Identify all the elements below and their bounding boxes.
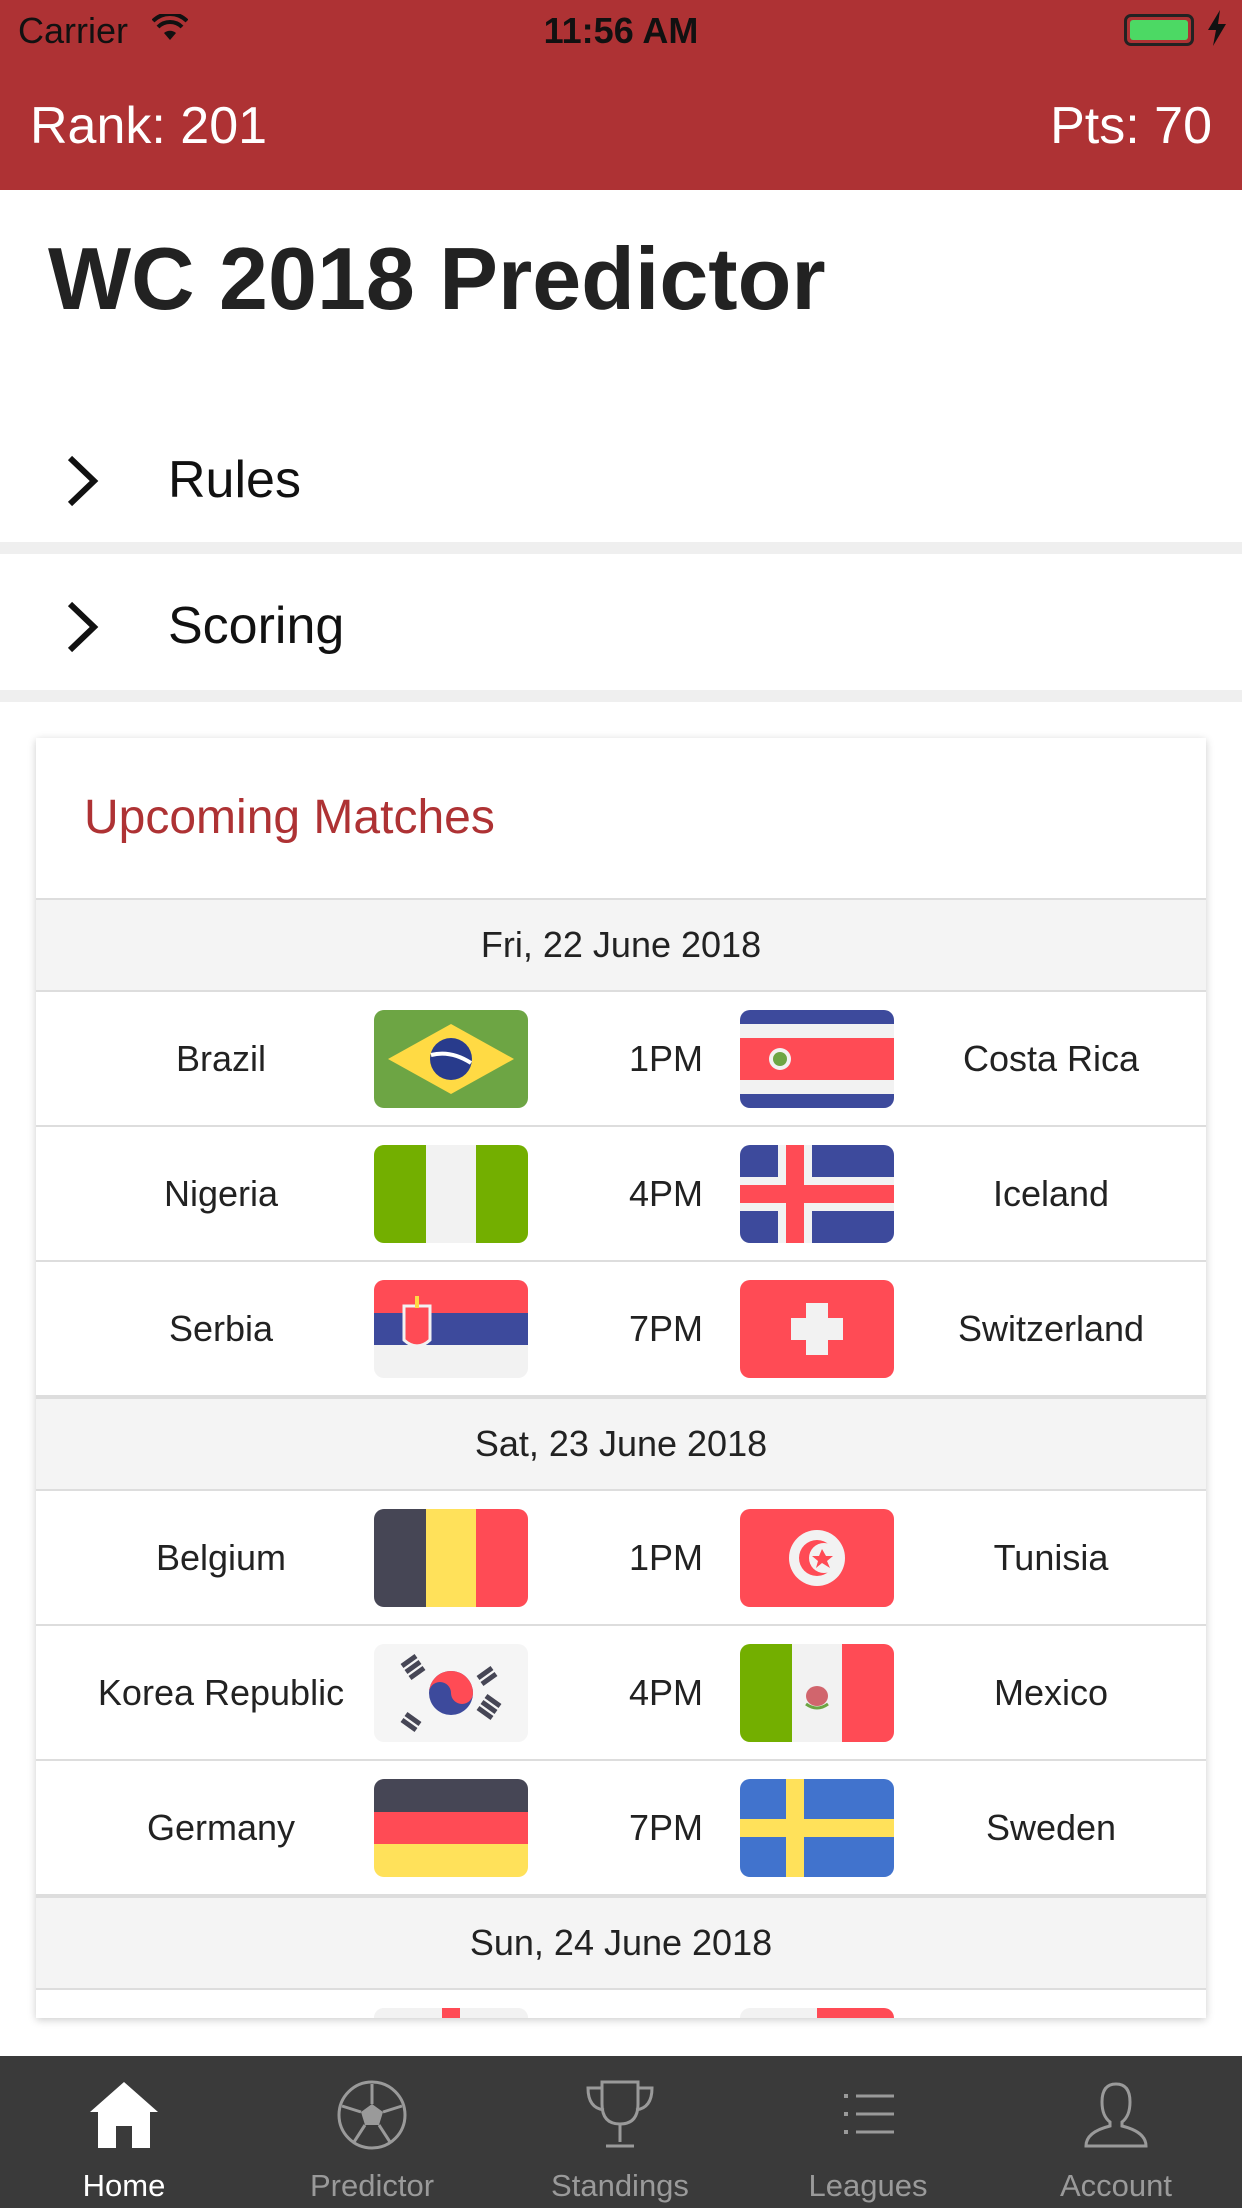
match-row[interactable]: Germany 7PM Sweden: [36, 1761, 1206, 1896]
sweden-flag-icon: [740, 1779, 894, 1877]
costa-rica-flag-icon: [740, 1010, 894, 1108]
match-row[interactable]: Nigeria 4PM Iceland: [36, 1127, 1206, 1262]
points-label: Pts: 70: [1050, 97, 1212, 155]
away-team: Sweden: [985, 1807, 1117, 1848]
scoring-label: Scoring: [168, 597, 345, 655]
match-time: 4PM: [628, 1672, 704, 1713]
tab-label: Account: [1059, 2168, 1172, 2203]
match-time: 1PM: [628, 1537, 704, 1578]
tab-label: Predictor: [309, 2168, 435, 2203]
soccer-ball-icon: [337, 2080, 407, 2150]
match-row[interactable]: Serbia 7PM Switzerland: [36, 1262, 1206, 1397]
away-team: Switzerland: [957, 1308, 1145, 1349]
app-screen: Carrier 11:56 AM Rank: 201 Pts: 70 WC 20…: [0, 0, 1242, 2208]
mexico-flag-icon: [740, 1644, 894, 1742]
date-header: Sat, 23 June 2018: [36, 1397, 1206, 1491]
away-team: Iceland: [992, 1173, 1110, 1214]
korea-flag-icon: [374, 1644, 528, 1742]
match-time: 4PM: [628, 1173, 704, 1214]
date-header: Sun, 24 June 2018: [36, 1896, 1206, 1990]
home-team: Serbia: [168, 1308, 274, 1349]
away-team: Mexico: [993, 1672, 1109, 1713]
user-icon: [1084, 2082, 1148, 2148]
rules-label: Rules: [168, 451, 301, 509]
scoring-accordion[interactable]: Scoring: [0, 558, 1242, 688]
trophy-icon: [586, 2080, 654, 2148]
serbia-flag-icon: [374, 1280, 528, 1378]
match-row[interactable]: Korea Republic 4PM Mexico: [36, 1626, 1206, 1761]
england-flag-icon: [374, 2008, 528, 2018]
tab-predictor[interactable]: Predictor: [248, 2056, 496, 2208]
match-time: 7PM: [628, 1807, 704, 1848]
rank-label: Rank: 201: [30, 97, 268, 155]
charging-icon: [1208, 10, 1226, 46]
home-team: Nigeria: [163, 1173, 279, 1214]
status-bar: Carrier 11:56 AM: [0, 0, 1242, 60]
germany-flag-icon: [374, 1779, 528, 1877]
home-icon: [90, 2082, 158, 2148]
brazil-flag-icon: [374, 1010, 528, 1108]
tab-bar: Home Predictor Standings Leagues Account: [0, 2056, 1242, 2208]
date-header: Fri, 22 June 2018: [36, 898, 1206, 992]
match-row[interactable]: Brazil 1PM Costa Rica: [36, 992, 1206, 1127]
tab-label: Leagues: [808, 2168, 928, 2203]
chevron-right-icon: [67, 601, 99, 653]
switzerland-flag-icon: [740, 1280, 894, 1378]
tunisia-flag-icon: [740, 1509, 894, 1607]
home-team: Germany: [146, 1807, 296, 1848]
page-title: WC 2018 Predictor: [48, 229, 826, 328]
belgium-flag-icon: [374, 1509, 528, 1607]
card-title: Upcoming Matches: [84, 791, 495, 844]
tab-label: Standings: [551, 2168, 689, 2203]
battery-icon: [1124, 14, 1194, 46]
list-icon: [844, 2094, 894, 2134]
divider: [0, 690, 1242, 702]
rules-accordion[interactable]: Rules: [0, 412, 1242, 542]
home-team: Korea Republic: [97, 1672, 345, 1713]
top-bar: Carrier 11:56 AM Rank: 201 Pts: 70: [0, 0, 1242, 190]
tab-home[interactable]: Home: [0, 2056, 248, 2208]
tab-leagues[interactable]: Leagues: [744, 2056, 992, 2208]
home-team: Belgium: [155, 1537, 287, 1578]
match-time: 1PM: [628, 1038, 704, 1079]
upcoming-matches-card: Upcoming Matches Fri, 22 June 2018 Brazi…: [36, 738, 1206, 2018]
tab-standings[interactable]: Standings: [496, 2056, 744, 2208]
home-team: Brazil: [175, 1038, 267, 1079]
poland-flag-icon: [740, 2008, 894, 2018]
away-team: Costa Rica: [962, 1038, 1140, 1079]
nigeria-flag-icon: [374, 1145, 528, 1243]
match-row[interactable]: [36, 1990, 1206, 2018]
tab-account[interactable]: Account: [992, 2056, 1240, 2208]
tab-label: Home: [82, 2168, 166, 2203]
match-time: 7PM: [628, 1308, 704, 1349]
iceland-flag-icon: [740, 1145, 894, 1243]
away-team: Tunisia: [993, 1537, 1109, 1578]
matches-list: Fri, 22 June 2018 Brazil 1PM Costa Rica …: [36, 898, 1206, 2018]
chevron-right-icon: [67, 455, 99, 507]
match-row[interactable]: Belgium 1PM Tunisia: [36, 1491, 1206, 1626]
status-time: 11:56 AM: [543, 10, 699, 51]
divider: [0, 542, 1242, 554]
